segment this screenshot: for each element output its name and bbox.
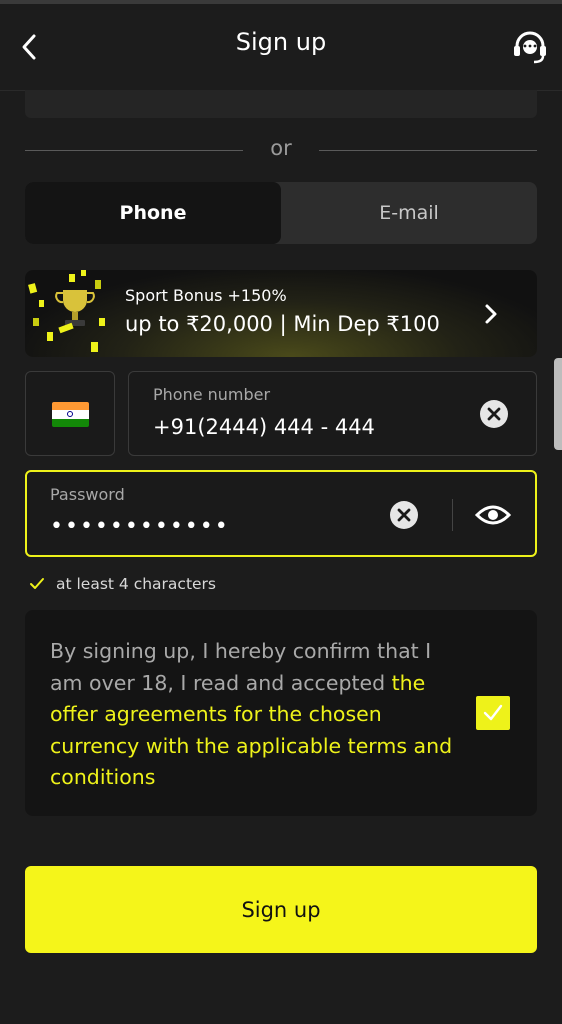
banner-subtitle: up to ₹20,000 | Min Dep ₹100 [125, 312, 440, 336]
requirement-text: at least 4 characters [56, 575, 217, 593]
clear-password-button[interactable] [390, 501, 418, 529]
phone-input[interactable]: +91(2444) 444 - 444 [153, 415, 375, 439]
page-title: Sign up [235, 28, 327, 56]
or-text: or [270, 136, 292, 160]
signup-method-tabs: Phone E-mail [25, 182, 537, 244]
eye-icon [475, 505, 511, 525]
close-icon [487, 407, 501, 421]
app-header: Sign up [0, 4, 562, 91]
check-icon [483, 704, 503, 721]
toggle-password-visibility-button[interactable] [473, 498, 513, 532]
scrollbar[interactable] [554, 358, 562, 450]
field-divider [452, 499, 453, 531]
phone-field[interactable]: Phone number +91(2444) 444 - 444 [128, 371, 537, 456]
previous-field[interactable] [25, 90, 537, 118]
headset-icon [514, 31, 546, 64]
terms-text: By signing up, I hereby confirm that I a… [50, 636, 470, 794]
divider-line [319, 150, 537, 151]
support-button[interactable] [510, 28, 550, 68]
sign-up-button[interactable]: Sign up [25, 866, 537, 953]
terms-plain-text: By signing up, I hereby confirm that I a… [50, 639, 432, 695]
tab-email[interactable]: E-mail [281, 182, 537, 244]
password-input[interactable]: •••••••••••• [50, 514, 230, 539]
clear-phone-button[interactable] [480, 400, 508, 428]
password-label: Password [50, 485, 125, 504]
chevron-right-icon [485, 304, 497, 324]
trophy-icon [28, 270, 105, 352]
bonus-banner[interactable]: Sport Bonus +150% up to ₹20,000 | Min De… [25, 270, 537, 357]
or-divider: or [25, 136, 537, 166]
country-selector[interactable] [25, 371, 115, 456]
close-icon [397, 508, 411, 522]
check-icon [30, 578, 44, 589]
terms-consent: By signing up, I hereby confirm that I a… [25, 610, 537, 816]
terms-checkbox[interactable] [476, 696, 510, 730]
tab-phone[interactable]: Phone [25, 182, 281, 244]
password-requirement: at least 4 characters [28, 573, 216, 595]
phone-label: Phone number [153, 385, 271, 404]
banner-title: Sport Bonus +150% [125, 286, 287, 305]
india-flag-icon [52, 402, 89, 427]
password-field[interactable]: Password •••••••••••• [25, 470, 537, 557]
